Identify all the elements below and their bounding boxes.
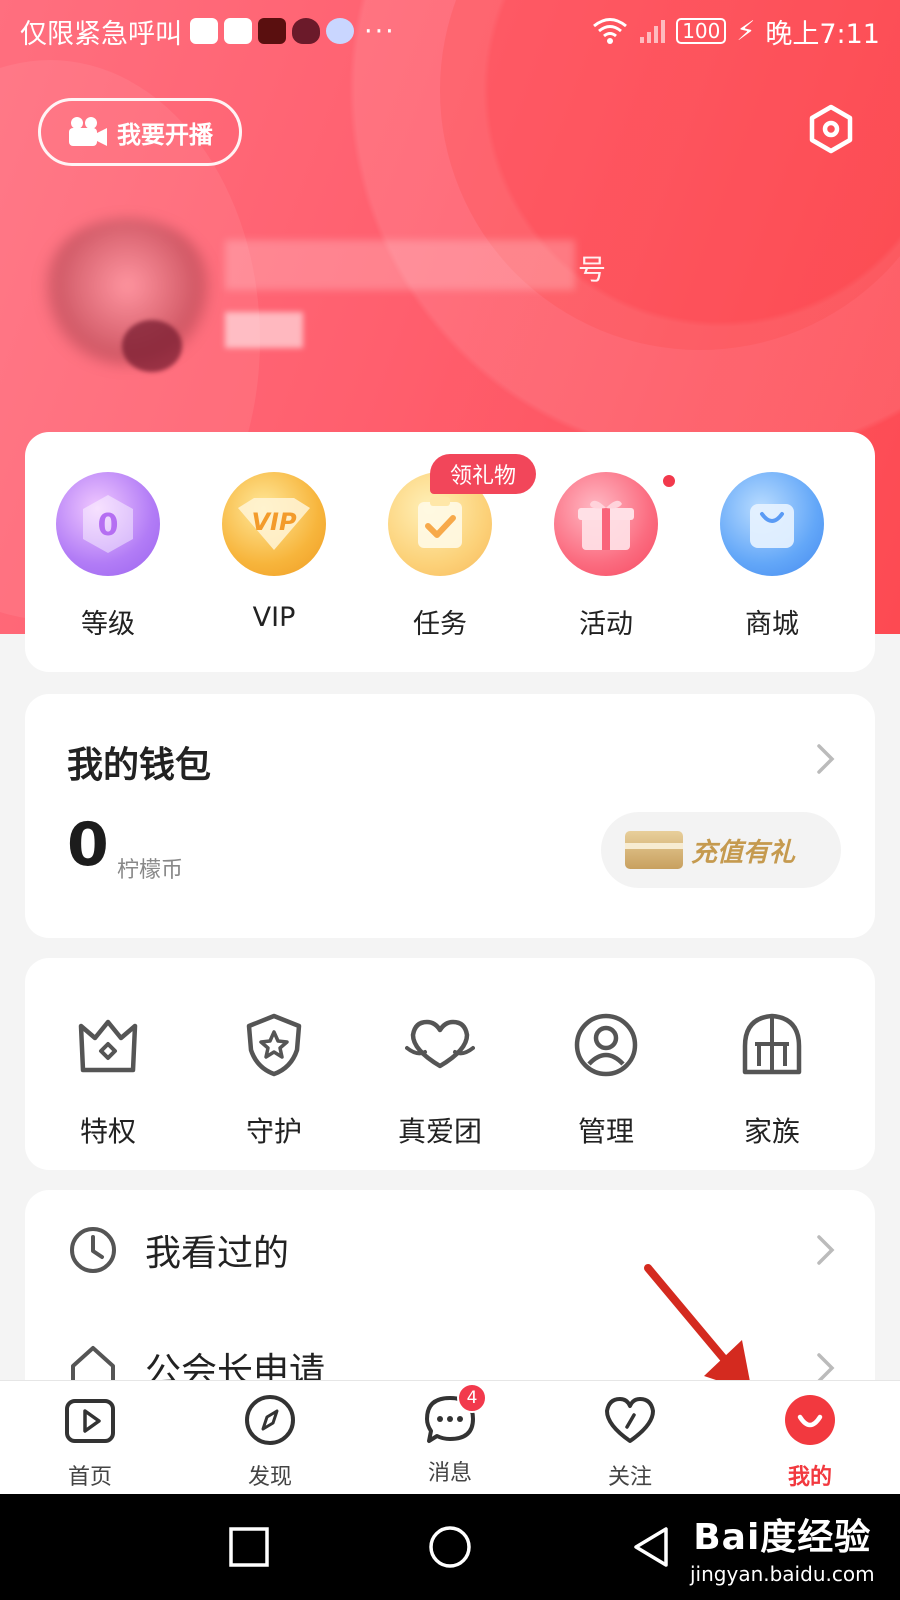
quick-item-mall[interactable]: 商城 xyxy=(697,472,847,641)
clock-icon xyxy=(70,1227,116,1273)
watermark-brand: Bai度经验 xyxy=(693,1517,872,1558)
tab-label: 关注 xyxy=(607,1465,652,1490)
shopping-bag-icon xyxy=(720,472,824,576)
username-redacted xyxy=(225,240,575,290)
feature-privilege[interactable]: 特权 xyxy=(33,1010,183,1150)
profile-id-suffix: 号 xyxy=(578,253,607,286)
tab-label: 我的 xyxy=(787,1465,832,1490)
quick-item-label: 任务 xyxy=(413,609,467,640)
clock-time: 晚上7:11 xyxy=(765,18,880,50)
feature-manage[interactable]: 管理 xyxy=(531,1010,681,1150)
menu-item-label: 我看过的 xyxy=(145,1233,290,1274)
shield-icon xyxy=(292,18,320,44)
vip-text: VIP xyxy=(251,508,297,536)
more-notifications: ··· xyxy=(364,15,396,47)
level-value: 0 xyxy=(98,508,119,543)
quick-item-vip[interactable]: VIP VIP xyxy=(199,472,349,633)
gift-badge[interactable]: 领礼物 xyxy=(430,454,536,494)
feature-family[interactable]: 家族 xyxy=(697,1010,847,1150)
tab-messages[interactable]: 4 消息 xyxy=(390,1383,510,1487)
recent-apps-icon[interactable] xyxy=(226,1524,272,1570)
feature-guard[interactable]: 守护 xyxy=(199,1010,349,1150)
quick-item-label: 等级 xyxy=(81,609,135,640)
recharge-label: 充值有礼 xyxy=(691,837,796,868)
quick-item-level[interactable]: 0 等级 xyxy=(33,472,183,641)
charging-icon: ⚡ xyxy=(736,15,756,47)
level-icon: 0 xyxy=(56,472,160,576)
feature-label: 管理 xyxy=(577,1115,634,1148)
avatar-badge xyxy=(122,320,182,372)
battery-indicator: 100 xyxy=(676,18,727,44)
quick-item-task[interactable]: 任务 xyxy=(365,472,515,641)
chevron-right-icon xyxy=(817,1235,835,1265)
tab-discover[interactable]: 发现 xyxy=(210,1393,330,1491)
quick-item-label: VIP xyxy=(252,602,296,633)
notification-icons xyxy=(190,18,354,44)
card-icon xyxy=(625,831,683,869)
quick-item-activity[interactable]: 活动 xyxy=(531,472,681,641)
bottom-navigation: 首页 发现 4 消息 关注 我的 xyxy=(0,1380,900,1494)
app-notification-icon xyxy=(224,18,252,44)
status-bar: 仅限紧急呼叫 ··· 100 ⚡ 晚上7:11 xyxy=(0,0,900,62)
heart-icon xyxy=(605,1397,655,1443)
user-id-redacted xyxy=(225,312,303,348)
feature-label: 特权 xyxy=(79,1115,136,1148)
wifi-icon xyxy=(593,18,628,44)
features-card: 特权 守护 真爱团 管理 家族 xyxy=(25,958,875,1170)
notification-dot xyxy=(660,472,678,490)
feature-fan-club[interactable]: 真爱团 xyxy=(365,1010,515,1150)
start-live-label: 我要开播 xyxy=(117,120,213,149)
signal-icon xyxy=(640,20,666,43)
heart-icon xyxy=(405,1019,475,1069)
wallet-balance: 0 xyxy=(67,810,109,880)
chevron-right-icon xyxy=(817,744,835,774)
watermark-url: jingyan.baidu.com xyxy=(690,1562,875,1586)
currency-unit: 柠檬币 xyxy=(117,858,184,883)
vip-icon: VIP xyxy=(222,472,326,576)
message-count-badge: 4 xyxy=(457,1383,487,1413)
wallet-title: 我的钱包 xyxy=(67,745,212,786)
shield-star-icon xyxy=(246,1013,302,1077)
crown-icon xyxy=(78,1019,138,1073)
annotation-arrow-icon xyxy=(644,1264,752,1392)
helmet-icon xyxy=(742,1013,802,1075)
tab-following[interactable]: 关注 xyxy=(570,1393,690,1491)
settings-icon[interactable] xyxy=(806,104,856,154)
carrier-text: 仅限紧急呼叫 xyxy=(20,18,182,50)
quick-item-label: 活动 xyxy=(579,609,633,640)
tab-me[interactable]: 我的 xyxy=(750,1393,870,1491)
tab-label: 消息 xyxy=(427,1461,472,1486)
feature-label: 家族 xyxy=(743,1115,800,1148)
recharge-button[interactable]: 充值有礼 xyxy=(601,812,841,888)
tab-label: 首页 xyxy=(67,1465,112,1490)
browser-icon xyxy=(326,18,354,44)
tab-home[interactable]: 首页 xyxy=(30,1393,150,1491)
gift-icon xyxy=(554,472,658,576)
compass-icon xyxy=(245,1395,295,1445)
play-icon xyxy=(65,1399,115,1443)
app-notification-icon xyxy=(190,18,218,44)
app-notification-icon xyxy=(258,18,286,44)
baidu-jingyan-watermark: Bai度经验 jingyan.baidu.com xyxy=(690,1508,875,1586)
feature-label: 守护 xyxy=(245,1115,302,1148)
home-circle-icon[interactable] xyxy=(427,1524,473,1570)
quick-item-label: 商城 xyxy=(745,609,799,640)
user-circle-icon xyxy=(574,1013,638,1077)
wallet-card[interactable]: 我的钱包 0 柠檬币 充值有礼 xyxy=(25,694,875,938)
back-triangle-icon[interactable] xyxy=(628,1524,674,1570)
feature-label: 真爱团 xyxy=(397,1115,482,1148)
start-live-button[interactable]: 我要开播 xyxy=(38,98,242,166)
smile-icon xyxy=(785,1395,835,1445)
video-camera-icon xyxy=(69,117,107,146)
chat-icon-wrap: 4 xyxy=(423,1383,487,1447)
tab-label: 发现 xyxy=(247,1465,292,1490)
